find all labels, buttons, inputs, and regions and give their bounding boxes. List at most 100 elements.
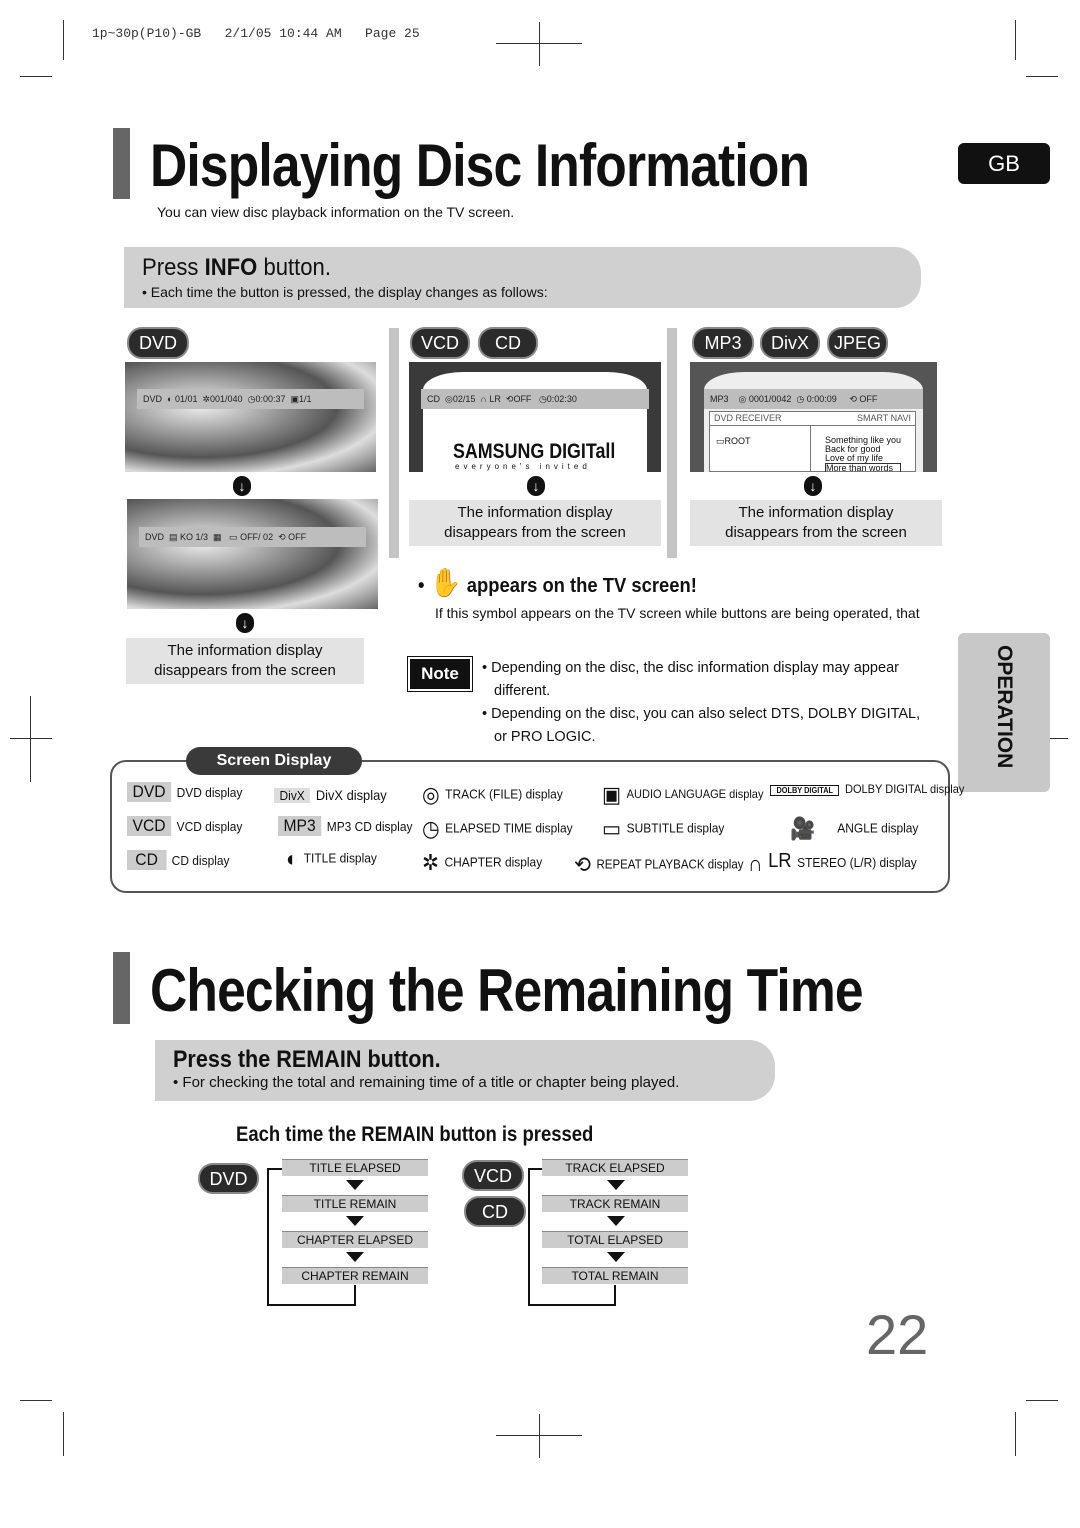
loop-line [614, 1285, 616, 1305]
loop-line [528, 1168, 542, 1170]
info-line: disappears from the screen [154, 662, 336, 679]
osd-disc: MP3 [710, 394, 729, 404]
nav-mode: SMART NAVI [856, 413, 911, 423]
cactus-image [125, 362, 376, 472]
legend-text: DVD display [176, 785, 243, 800]
osd-time: 0:00:37 [255, 394, 286, 404]
legend-chapter: ✲ CHAPTER display [422, 850, 542, 876]
section-title-remaining-time: Checking the Remaining Time [150, 957, 864, 1024]
cd-osd-bar: CD ◎02/15 ∩ LR ⟲OFF ◷0:02:30 [421, 389, 649, 409]
registration-mark [10, 738, 52, 739]
legend-text: STEREO (L/R) display [797, 855, 917, 870]
flow-arrow-icon [346, 1216, 364, 1226]
dvd-osd-bar: DVD ◐ 01/01 ✲001/040 ◷0:00:37 ▣1/1 [137, 389, 364, 409]
legend-text: CHAPTER display [444, 854, 543, 870]
dolby-digital-logo: DOLBY DIGITAL [770, 785, 840, 796]
crop-mark [1015, 20, 1016, 60]
mp3-screen: MP3 ◎ 0001/0042 ◷ 0:00:09 ⟲ OFF DVD RECE… [690, 362, 937, 472]
osd-repeat: OFF [288, 532, 307, 542]
mp3-pill: MP3 [692, 327, 754, 359]
press-remain-bullet: • For checking the total and remaining t… [173, 1074, 680, 1091]
language-badge: GB [958, 143, 1050, 184]
osd-repeat: OFF [859, 394, 878, 404]
osd-repeat: OFF [513, 394, 532, 404]
cd-pill: CD [478, 327, 538, 359]
hand-description: If this symbol appears on the TV screen … [435, 605, 920, 621]
flow-step: TRACK ELAPSED [542, 1159, 688, 1176]
print-header: 1p~30p(P10)-GB 2/1/05 10:44 AM Page 25 [92, 26, 420, 41]
vcd-pill: VCD [410, 327, 470, 359]
title-icon: ◐ [286, 846, 299, 871]
jpeg-pill: JPEG [827, 327, 888, 359]
crop-mark [63, 20, 64, 60]
legend-vcd: VCD VCD display [127, 816, 242, 836]
dvd-pill: DVD [127, 327, 189, 359]
legend-text: MP3 CD display [326, 819, 413, 834]
press-prefix: Press [142, 254, 205, 281]
loop-line [528, 1168, 530, 1306]
osd-track: 02/15 [452, 394, 476, 404]
flow-step: TITLE ELAPSED [282, 1159, 428, 1176]
legend-elapsed: ◷ ELAPSED TIME display [422, 816, 573, 842]
legend-text: AUDIO LANGUAGE display [626, 787, 764, 802]
file-item[interactable]: Love of my life [825, 454, 901, 463]
flow-step: TITLE REMAIN [282, 1195, 428, 1212]
cd-pill: CD [464, 1196, 526, 1227]
legend-text: TRACK (FILE) display [445, 786, 563, 802]
crop-mark [20, 1400, 52, 1401]
file-item-selected[interactable]: More than words [825, 463, 902, 472]
legend-dvd: DVD DVD display [127, 782, 242, 802]
legend-audio-language: ▣ AUDIO LANGUAGE display [602, 782, 763, 808]
legend-text: REPEAT PLAYBACK display [596, 857, 744, 872]
flow-arrow-icon [607, 1216, 625, 1226]
hand-heading: • ✋ appears on the TV screen! [418, 567, 697, 598]
flow-arrow-icon [346, 1180, 364, 1190]
flow-step: TOTAL ELAPSED [542, 1231, 688, 1248]
nav-title: DVD RECEIVER [714, 413, 782, 423]
osd-angle: 1/1 [298, 394, 312, 404]
dvd-screen-2: DVD ▤ KO 1/3 ▦ ▭ OFF/ 02 ⟲ OFF [127, 499, 378, 609]
legend-text: DOLBY DIGITAL display [844, 782, 965, 796]
press-remain-bullet-text: For checking the total and remaining tim… [182, 1074, 680, 1091]
crop-mark [1026, 76, 1058, 77]
osd-stereo: LR [489, 394, 501, 404]
crop-mark [1015, 1412, 1016, 1456]
legend-title: ◐ TITLE display [286, 846, 377, 872]
column-divider [389, 328, 399, 558]
vcd-tag: VCD [127, 816, 172, 836]
legend-text: SUBTITLE display [626, 820, 725, 836]
cd-info-box: The information display disappears from t… [409, 500, 661, 546]
title-accent-bar [113, 128, 130, 199]
remain-subheading: Each time the REMAIN button is pressed [236, 1123, 594, 1146]
press-info-bullet-text: Each time the button is pressed, the dis… [150, 284, 548, 300]
osd-chapter: 001/040 [210, 394, 243, 404]
legend-text: CD display [171, 853, 230, 868]
root-folder[interactable]: ▭ROOT [716, 436, 751, 447]
note-bullet: • Depending on the disc, the disc inform… [482, 660, 899, 699]
note-bullets: • Depending on the disc, the disc inform… [482, 657, 922, 749]
cactus-image [127, 499, 378, 609]
cd-screen: CD ◎02/15 ∩ LR ⟲OFF ◷0:02:30 SAMSUNG DIG… [409, 362, 661, 472]
dvd-osd-bar-2: DVD ▤ KO 1/3 ▦ ▭ OFF/ 02 ⟲ OFF [139, 527, 366, 547]
mp3-tag: MP3 [278, 816, 322, 836]
press-suffix: button. [257, 254, 331, 281]
dvd-screen-1: DVD ◐ 01/01 ✲001/040 ◷0:00:37 ▣1/1 [125, 362, 376, 472]
angle-icon: 🎥 [790, 816, 816, 841]
loop-line [267, 1304, 356, 1306]
flow-arrow-icon [607, 1180, 625, 1190]
press-remain-heading: Press the REMAIN button. [173, 1046, 441, 1073]
page-title: Displaying Disc Information [150, 132, 810, 199]
legend-angle: 🎥 ANGLE display [790, 816, 918, 842]
operation-label: OPERATION [993, 645, 1016, 769]
info-line: disappears from the screen [725, 524, 907, 541]
legend-dolby: DOLBY DIGITAL DOLBY DIGITAL display [770, 782, 964, 796]
hand-heading-text: appears on the TV screen! [466, 575, 697, 597]
down-arrow-icon: ↓ [804, 476, 822, 496]
mp3-info-box: The information display disappears from t… [690, 500, 942, 546]
crop-mark [1026, 1400, 1058, 1401]
down-arrow-icon: ↓ [233, 476, 251, 496]
crop-mark [20, 76, 52, 77]
note-bullet-text: Depending on the disc, you can also sele… [491, 706, 921, 745]
hand-icon: ✋ [429, 567, 462, 598]
samsung-tagline: everyone's invited [455, 462, 591, 471]
